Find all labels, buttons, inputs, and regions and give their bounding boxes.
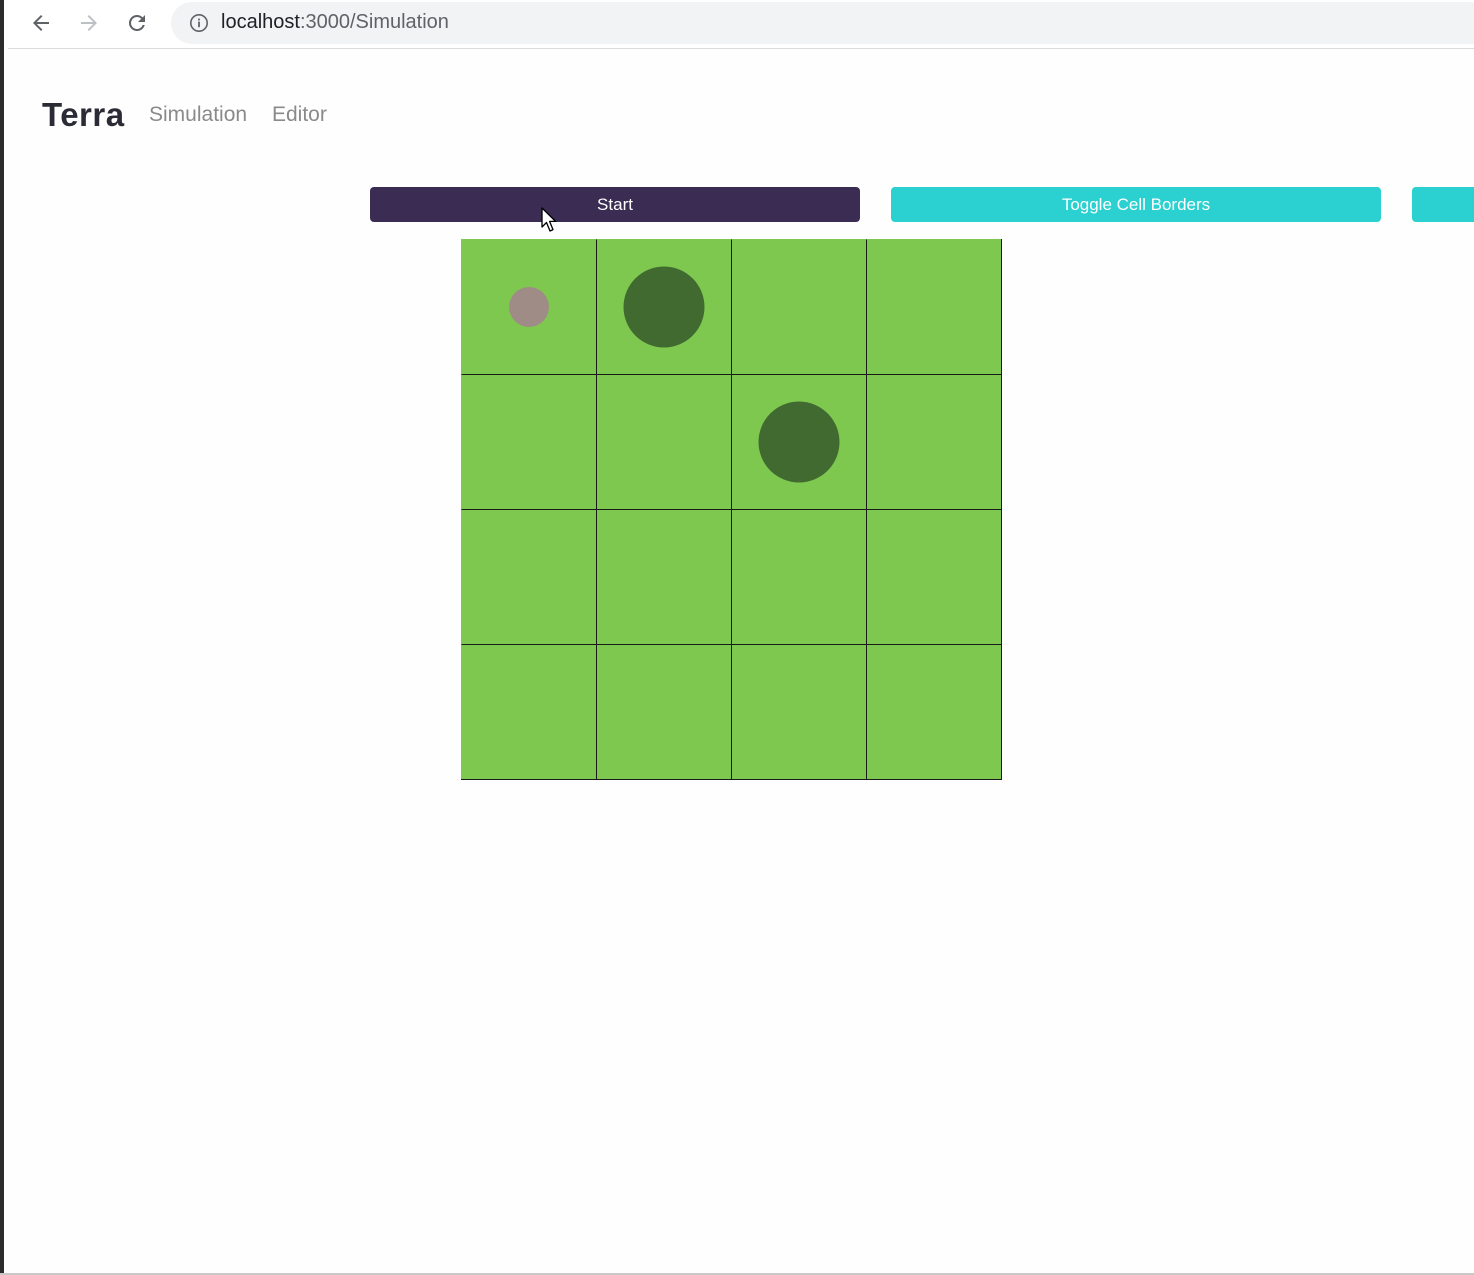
reload-icon bbox=[128, 14, 145, 31]
simulation-grid[interactable] bbox=[461, 239, 1002, 780]
grid-cell-r3-c3[interactable] bbox=[866, 644, 1001, 779]
grid-cell-r2-c2[interactable] bbox=[731, 509, 866, 644]
browser-toolbar: localhost:3000/Simulation bbox=[8, 0, 1474, 49]
grid-cell-r3-c0[interactable] bbox=[461, 644, 596, 779]
grid-cell-r1-c1[interactable] bbox=[596, 374, 731, 509]
creature-large bbox=[758, 401, 840, 483]
nav-link-editor[interactable]: Editor bbox=[272, 103, 327, 127]
reload-button[interactable] bbox=[120, 6, 154, 40]
grid-cell-r2-c1[interactable] bbox=[596, 509, 731, 644]
grid-cell-r1-c2[interactable] bbox=[731, 374, 866, 509]
grid-cell-r2-c0[interactable] bbox=[461, 509, 596, 644]
url-path: :3000/Simulation bbox=[299, 11, 449, 33]
grid-cell-r1-c0[interactable] bbox=[461, 374, 596, 509]
app-window: localhost:3000/Simulation Terra Simulati… bbox=[0, 0, 1474, 1275]
grid-cell-r3-c2[interactable] bbox=[731, 644, 866, 779]
grid-cell-r3-c1[interactable] bbox=[596, 644, 731, 779]
arrow-right-icon bbox=[81, 15, 97, 31]
nav-link-simulation[interactable]: Simulation bbox=[149, 103, 247, 127]
forward-button[interactable] bbox=[72, 6, 106, 40]
partial-button[interactable] bbox=[1412, 187, 1474, 222]
back-button[interactable] bbox=[24, 6, 58, 40]
grid-cell-r0-c2[interactable] bbox=[731, 239, 866, 374]
address-bar[interactable]: localhost:3000/Simulation bbox=[171, 2, 1474, 44]
grid-cell-r1-c3[interactable] bbox=[866, 374, 1001, 509]
creature-large bbox=[623, 266, 705, 348]
grid-cell-r0-c3[interactable] bbox=[866, 239, 1001, 374]
start-button[interactable]: Start bbox=[370, 187, 860, 222]
grid-cell-r2-c3[interactable] bbox=[866, 509, 1001, 644]
grid-cell-r0-c0[interactable] bbox=[461, 239, 596, 374]
grid-cell-r0-c1[interactable] bbox=[596, 239, 731, 374]
brand-logo[interactable]: Terra bbox=[42, 96, 125, 134]
arrow-left-icon bbox=[33, 15, 49, 31]
info-icon[interactable] bbox=[189, 13, 209, 33]
url-text[interactable]: localhost:3000/Simulation bbox=[221, 11, 449, 34]
url-host: localhost bbox=[221, 11, 300, 33]
toggle-cell-borders-button[interactable]: Toggle Cell Borders bbox=[891, 187, 1381, 222]
creature-small bbox=[509, 287, 549, 327]
